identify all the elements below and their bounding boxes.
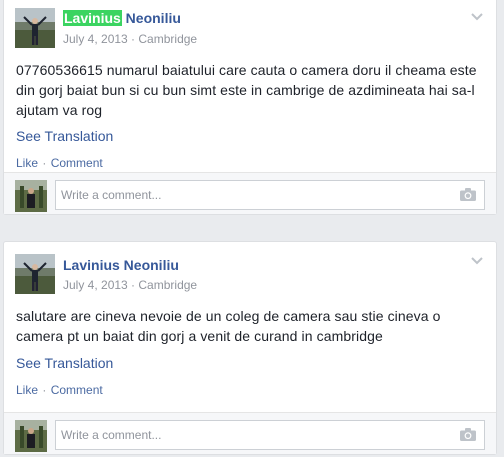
post-header: Lavinius Neoniliu July 4, 2013 · Cambrid… <box>4 0 496 50</box>
feed-post: Lavinius Neoniliu July 4, 2013 · Cambrid… <box>3 0 497 215</box>
comment-link[interactable]: Comment <box>51 156 103 170</box>
post-location[interactable]: Cambridge <box>138 278 197 292</box>
meta-separator: · <box>127 278 139 292</box>
post-date[interactable]: July 4, 2013 <box>63 32 128 46</box>
commenter-photo <box>15 420 47 452</box>
chevron-down-icon[interactable] <box>470 10 484 24</box>
profile-photo <box>15 8 55 48</box>
commenter-avatar <box>15 180 47 212</box>
profile-photo <box>15 254 55 294</box>
author-last-name: Neoniliu <box>119 257 179 273</box>
avatar[interactable] <box>15 254 55 294</box>
comment-composer: Write a comment... <box>4 172 496 214</box>
feed-post: Lavinius Neoniliu July 4, 2013 · Cambrid… <box>3 241 497 455</box>
post-text-line: ajutam va rog <box>16 102 103 118</box>
post-header: Lavinius Neoniliu July 4, 2013 · Cambrid… <box>4 242 496 296</box>
chevron-down-icon[interactable] <box>470 254 484 268</box>
comment-placeholder: Write a comment... <box>61 428 162 442</box>
comment-placeholder: Write a comment... <box>61 188 162 202</box>
author-first-name: Lavinius <box>63 257 120 273</box>
camera-icon[interactable] <box>460 428 476 441</box>
camera-icon[interactable] <box>460 188 476 201</box>
like-link[interactable]: Like <box>16 383 38 397</box>
post-text-line: din gorj baiat bun si cu bun simt este i… <box>16 82 475 98</box>
comment-input[interactable]: Write a comment... <box>55 180 485 210</box>
news-feed: Lavinius Neoniliu July 4, 2013 · Cambrid… <box>3 0 497 455</box>
post-text: salutare are cineva nevoie de un coleg d… <box>4 296 496 346</box>
see-translation-link[interactable]: See Translation <box>16 128 113 144</box>
commenter-photo <box>15 180 47 212</box>
comment-composer: Write a comment... <box>4 412 496 454</box>
author-first-name-highlight: Lavinius <box>63 10 122 26</box>
post-actions: Like · Comment <box>4 373 496 405</box>
avatar[interactable] <box>15 8 55 48</box>
like-link[interactable]: Like <box>16 156 38 170</box>
author-name[interactable]: Lavinius Neoniliu <box>63 10 181 26</box>
comment-link[interactable]: Comment <box>51 383 103 397</box>
author-name[interactable]: Lavinius Neoniliu <box>63 257 179 273</box>
action-separator: · <box>39 383 50 397</box>
post-meta: July 4, 2013 · Cambridge <box>63 278 197 292</box>
post-text-line: camera pt un baiat din gorj a venit de c… <box>16 328 383 344</box>
post-text-line: 07760536615 numarul baiatului care cauta… <box>16 62 477 78</box>
meta-separator: · <box>127 32 139 46</box>
action-separator: · <box>39 156 50 170</box>
author-last-name: Neoniliu <box>121 10 181 26</box>
comment-input[interactable]: Write a comment... <box>55 420 485 450</box>
see-translation-link[interactable]: See Translation <box>16 355 113 371</box>
post-text: 07760536615 numarul baiatului care cauta… <box>4 50 496 120</box>
commenter-avatar <box>15 420 47 452</box>
post-date[interactable]: July 4, 2013 <box>63 278 128 292</box>
post-text-line: salutare are cineva nevoie de un coleg d… <box>16 308 441 324</box>
post-meta: July 4, 2013 · Cambridge <box>63 32 197 46</box>
post-location[interactable]: Cambridge <box>138 32 197 46</box>
